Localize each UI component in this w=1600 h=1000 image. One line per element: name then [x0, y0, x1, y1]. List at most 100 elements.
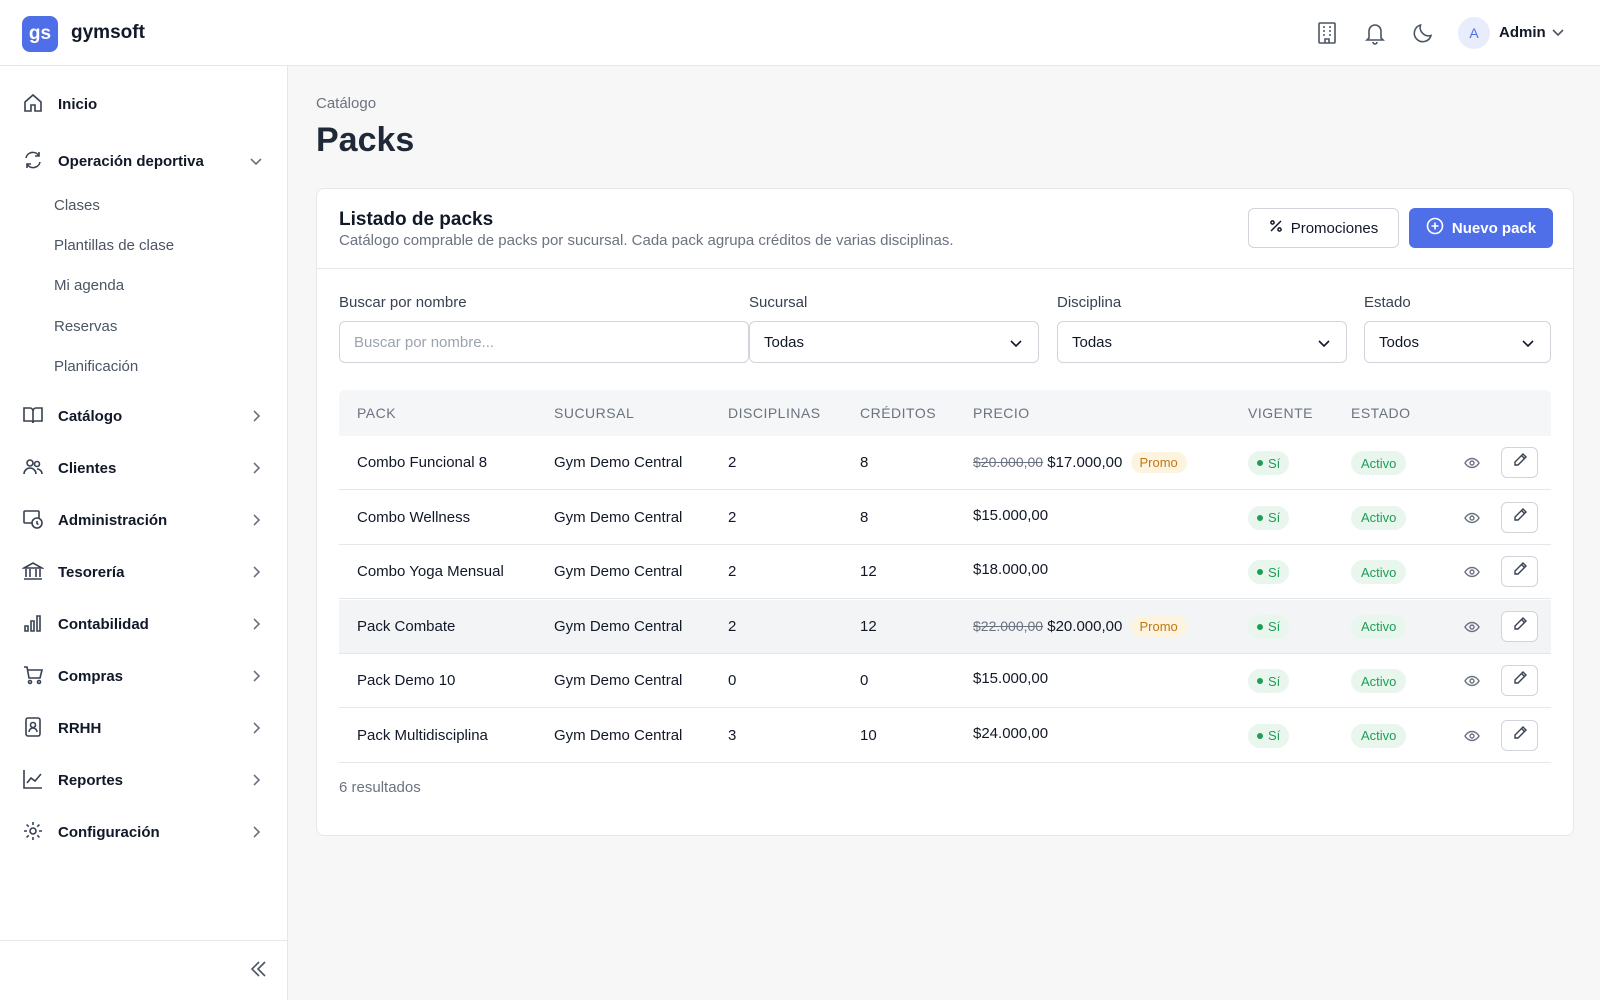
table-row[interactable]: Pack Demo 10 Gym Demo Central 0 0 $15.000,00… — [339, 654, 1551, 708]
sidebar-item-tesoreria[interactable]: Tesorería — [0, 552, 288, 592]
sidebar-item-clientes[interactable]: Clientes — [0, 448, 288, 488]
status-badge: Activo — [1351, 560, 1407, 584]
table-row[interactable]: Combo Funcional 8 Gym Demo Central 2 8 $20.0… — [339, 436, 1551, 490]
status-select[interactable]: Todos — [1364, 321, 1551, 363]
app-logo[interactable]: gs — [22, 16, 58, 52]
column-header-pack[interactable]: PACK — [357, 405, 396, 421]
current-badge: Sí — [1248, 614, 1290, 639]
building-icon[interactable] — [1314, 20, 1340, 46]
avatar[interactable]: A — [1458, 17, 1490, 49]
price: $20.000,00 — [1047, 617, 1123, 635]
column-header-price[interactable]: PRECIO — [973, 405, 1030, 421]
branch-select[interactable]: Todas — [749, 321, 1039, 363]
sidebar-item-reportes[interactable]: Reportes — [0, 760, 288, 800]
discipline-label: Disciplina — [1057, 294, 1122, 311]
chevron-down-icon — [248, 153, 264, 169]
admin-icon — [22, 508, 46, 532]
cell-pack: Combo Wellness — [357, 508, 471, 526]
eye-icon[interactable] — [1464, 564, 1480, 580]
home-icon — [22, 92, 46, 116]
cell-disciplines: 2 — [728, 508, 737, 526]
eye-icon[interactable] — [1464, 455, 1480, 471]
status-badge: Activo — [1351, 669, 1407, 693]
cell-price: $20.000,00 $17.000,00 Promo — [973, 452, 1187, 473]
user-name[interactable]: Admin — [1499, 24, 1546, 41]
sidebar: Inicio Operación deportiva Clases Planti… — [0, 66, 288, 1000]
column-header-status[interactable]: ESTADO — [1351, 405, 1411, 421]
sidebar-item-contabilidad[interactable]: Contabilidad — [0, 604, 288, 644]
price: $15.000,00 — [973, 506, 1049, 524]
cell-branch: Gym Demo Central — [554, 454, 683, 471]
discipline-select[interactable]: Todas — [1057, 321, 1347, 363]
current-badge-label: Sí — [1268, 673, 1281, 689]
sidebar-subitem-reservas[interactable]: Reservas — [54, 318, 117, 335]
refresh-icon — [22, 149, 46, 173]
sidebar-item-inicio[interactable]: Inicio — [0, 84, 288, 124]
table-row[interactable]: Combo Yoga Mensual Gym Demo Central 2 12 $18… — [339, 545, 1551, 599]
eye-icon[interactable] — [1464, 619, 1480, 635]
sidebar-item-compras[interactable]: Compras — [0, 656, 288, 696]
sidebar-subitem-plantillas[interactable]: Plantillas de clase — [54, 237, 174, 254]
column-header-branch[interactable]: SUCURSAL — [554, 405, 634, 421]
column-header-current[interactable]: VIGENTE — [1248, 405, 1313, 421]
chevron-right-icon — [248, 408, 264, 424]
column-header-credits[interactable]: CRÉDITOS — [860, 405, 936, 421]
current-badge-label: Sí — [1268, 455, 1281, 471]
edit-button[interactable] — [1501, 610, 1538, 642]
edit-button[interactable] — [1501, 556, 1538, 587]
current-badge-label: Sí — [1268, 619, 1281, 634]
table-row[interactable]: Pack Multidisciplina Gym Demo Central 3 10 $… — [339, 709, 1551, 763]
cell-price: $18.000,00 — [973, 561, 1048, 578]
status-dot — [1257, 678, 1263, 684]
pencil-icon — [1512, 616, 1528, 637]
table-row[interactable]: Combo Wellness Gym Demo Central 2 8 $15.000,… — [339, 491, 1551, 545]
eye-icon[interactable] — [1464, 510, 1480, 526]
cell-credits: 8 — [860, 508, 869, 526]
chevron-right-icon — [248, 512, 264, 528]
users-icon — [22, 456, 46, 480]
sidebar-item-label: Compras — [58, 667, 124, 685]
sidebar-item-administracion[interactable]: Administración — [0, 500, 288, 540]
packs-card: Listado de packs Catálogo comprable de p… — [316, 188, 1574, 836]
current-badge: Sí — [1248, 451, 1290, 475]
cell-price: $15.000,00 — [973, 670, 1048, 687]
promotions-button[interactable]: Promociones — [1248, 208, 1399, 248]
sidebar-item-operacion-deportiva[interactable]: Operación deportiva — [0, 141, 288, 181]
chevron-right-icon — [248, 564, 264, 580]
edit-button[interactable] — [1501, 447, 1538, 478]
column-header-disciplines[interactable]: DISCIPLINAS — [728, 405, 821, 421]
cell-branch: Gym Demo Central — [554, 672, 683, 689]
cell-branch: Gym Demo Central — [554, 508, 683, 526]
page-title: Packs — [316, 121, 415, 159]
cell-disciplines: 2 — [728, 454, 737, 471]
eye-icon[interactable] — [1464, 728, 1480, 744]
sidebar-subitem-mi-agenda[interactable]: Mi agenda — [54, 277, 124, 294]
pencil-icon — [1512, 670, 1528, 691]
table-row[interactable]: Pack Combate Gym Demo Central 2 12 $22.000,0… — [339, 599, 1551, 654]
current-badge: Sí — [1248, 505, 1290, 530]
price: $17.000,00 — [1047, 454, 1123, 471]
sidebar-item-configuracion[interactable]: Configuración — [0, 812, 288, 852]
discipline-select-value: Todas — [1072, 333, 1113, 351]
cell-branch: Gym Demo Central — [554, 617, 683, 635]
eye-icon[interactable] — [1464, 673, 1480, 689]
current-badge: Sí — [1248, 669, 1290, 693]
new-pack-button[interactable]: Nuevo pack — [1409, 208, 1553, 248]
edit-button[interactable] — [1501, 501, 1538, 533]
sidebar-subitem-planificacion[interactable]: Planificación — [54, 358, 138, 375]
moon-icon[interactable] — [1410, 20, 1436, 46]
sidebar-item-catalogo[interactable]: Catálogo — [0, 396, 288, 436]
chevron-down-icon[interactable] — [1550, 24, 1566, 40]
edit-button[interactable] — [1501, 665, 1538, 696]
breadcrumb[interactable]: Catálogo — [316, 95, 376, 112]
cell-disciplines: 0 — [728, 672, 737, 689]
collapse-sidebar-icon[interactable] — [246, 957, 270, 981]
sidebar-item-rrhh[interactable]: RRHH — [0, 708, 288, 748]
bell-icon[interactable] — [1362, 20, 1388, 46]
search-input[interactable] — [339, 321, 749, 363]
sidebar-subitem-clases[interactable]: Clases — [54, 197, 100, 214]
results-count: 6 resultados — [339, 779, 421, 796]
edit-button[interactable] — [1501, 719, 1538, 751]
sidebar-item-label: Catálogo — [58, 407, 123, 425]
branch-label: Sucursal — [749, 294, 808, 311]
